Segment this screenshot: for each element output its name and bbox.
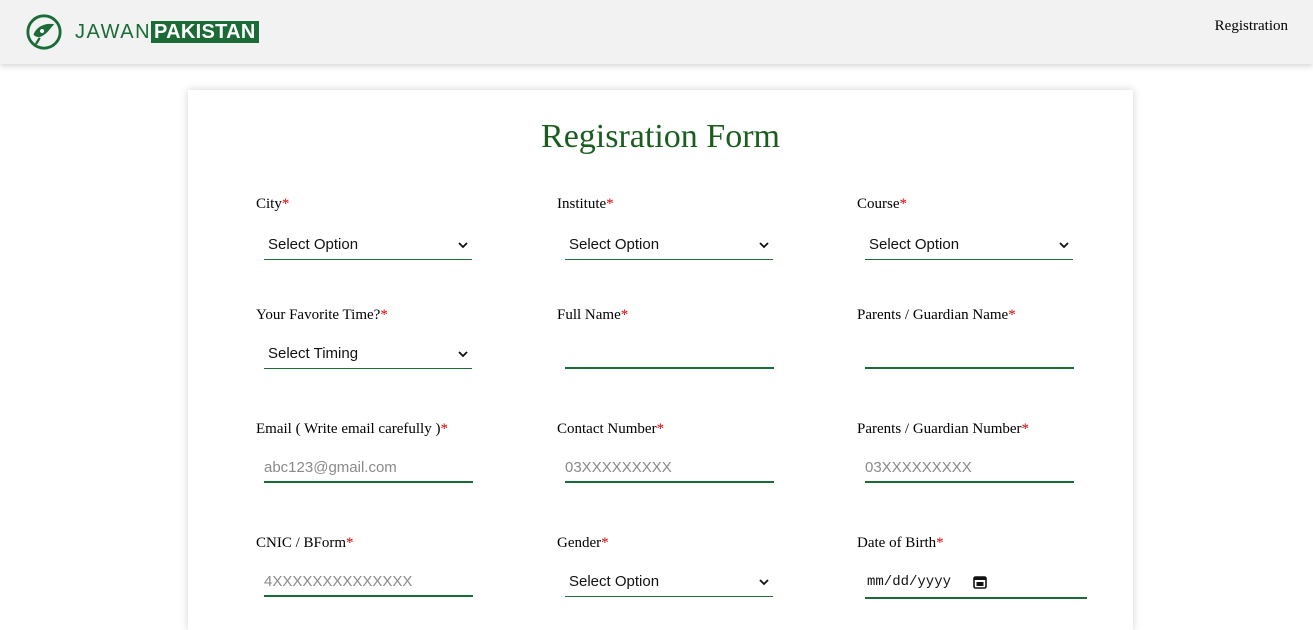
contact-number-label: Contact Number*: [557, 421, 665, 437]
city-label: City*: [256, 196, 290, 212]
required-mark: *: [281, 196, 290, 212]
navbar: JAWAN PAKISTAN Registration: [0, 0, 1313, 64]
email-field: Email ( Write email carefully )*: [256, 421, 486, 483]
brand-logo[interactable]: JAWAN PAKISTAN: [25, 12, 259, 52]
dob-value: mm/dd/yyyy: [867, 574, 952, 590]
chevron-down-icon: [1059, 242, 1069, 249]
cnic-label: CNIC / BForm*: [256, 535, 354, 551]
course-label: Course*: [857, 196, 908, 212]
required-mark: *: [346, 535, 354, 551]
required-mark: *: [620, 307, 629, 323]
required-mark: *: [1008, 307, 1016, 323]
required-mark: *: [606, 196, 614, 212]
institute-label: Institute*: [557, 196, 614, 212]
required-mark: *: [656, 421, 665, 437]
favorite-time-label: Your Favorite Time?*: [256, 307, 388, 323]
brand-text-pakistan: PAKISTAN: [151, 21, 259, 43]
gender-select-value: Select Option: [569, 573, 660, 590]
favorite-time-select-value: Select Timing: [268, 345, 359, 362]
calendar-icon[interactable]: [973, 575, 987, 589]
institute-select-value: Select Option: [569, 236, 660, 253]
full-name-label: Full Name*: [557, 307, 629, 323]
gender-field: Gender* Select Option: [557, 535, 787, 597]
brand-text-jawan: JAWAN: [75, 20, 152, 43]
course-field: Course* Select Option: [857, 196, 1087, 260]
form-title: Regisration Form: [541, 118, 780, 155]
required-mark: *: [440, 421, 448, 437]
cnic-field: CNIC / BForm*: [256, 535, 486, 597]
chevron-down-icon: [458, 351, 468, 358]
required-mark: *: [1021, 421, 1030, 437]
full-name-input[interactable]: [565, 339, 774, 369]
contact-number-field: Contact Number*: [557, 421, 787, 483]
nav-link-registration[interactable]: Registration: [1215, 18, 1288, 35]
dob-label: Date of Birth*: [857, 535, 944, 551]
institute-select[interactable]: Select Option: [565, 232, 773, 260]
city-select-value: Select Option: [268, 236, 359, 253]
email-input[interactable]: [264, 453, 473, 483]
favorite-time-field: Your Favorite Time?* Select Timing: [256, 307, 486, 369]
required-mark: *: [899, 196, 908, 212]
registration-form-card: Regisration Form City* Select Option Ins…: [188, 90, 1133, 630]
chevron-down-icon: [759, 579, 769, 586]
parent-number-field: Parents / Guardian Number*: [857, 421, 1087, 483]
jawan-pakistan-logo-icon: [26, 14, 62, 50]
required-mark: *: [936, 535, 944, 551]
city-field: City* Select Option: [256, 196, 486, 260]
gender-select[interactable]: Select Option: [565, 569, 773, 597]
institute-field: Institute* Select Option: [557, 196, 787, 260]
dob-field: Date of Birth* mm/dd/yyyy: [857, 535, 1087, 599]
parent-name-label: Parents / Guardian Name*: [857, 307, 1016, 323]
parent-name-input[interactable]: [865, 339, 1074, 369]
required-mark: *: [601, 535, 609, 551]
full-name-field: Full Name*: [557, 307, 787, 369]
parent-number-label: Parents / Guardian Number*: [857, 421, 1030, 437]
email-label: Email ( Write email carefully )*: [256, 421, 448, 437]
city-select[interactable]: Select Option: [264, 232, 472, 260]
chevron-down-icon: [458, 242, 468, 249]
favorite-time-select[interactable]: Select Timing: [264, 341, 472, 369]
course-select-value: Select Option: [869, 236, 960, 253]
parent-name-field: Parents / Guardian Name*: [857, 307, 1087, 369]
contact-number-input[interactable]: [565, 453, 774, 483]
cnic-input[interactable]: [264, 567, 473, 597]
gender-label: Gender*: [557, 535, 609, 551]
course-select[interactable]: Select Option: [865, 232, 1073, 260]
parent-number-input[interactable]: [865, 453, 1074, 483]
dob-input[interactable]: mm/dd/yyyy: [865, 569, 1087, 599]
required-mark: *: [380, 307, 388, 323]
chevron-down-icon: [759, 242, 769, 249]
